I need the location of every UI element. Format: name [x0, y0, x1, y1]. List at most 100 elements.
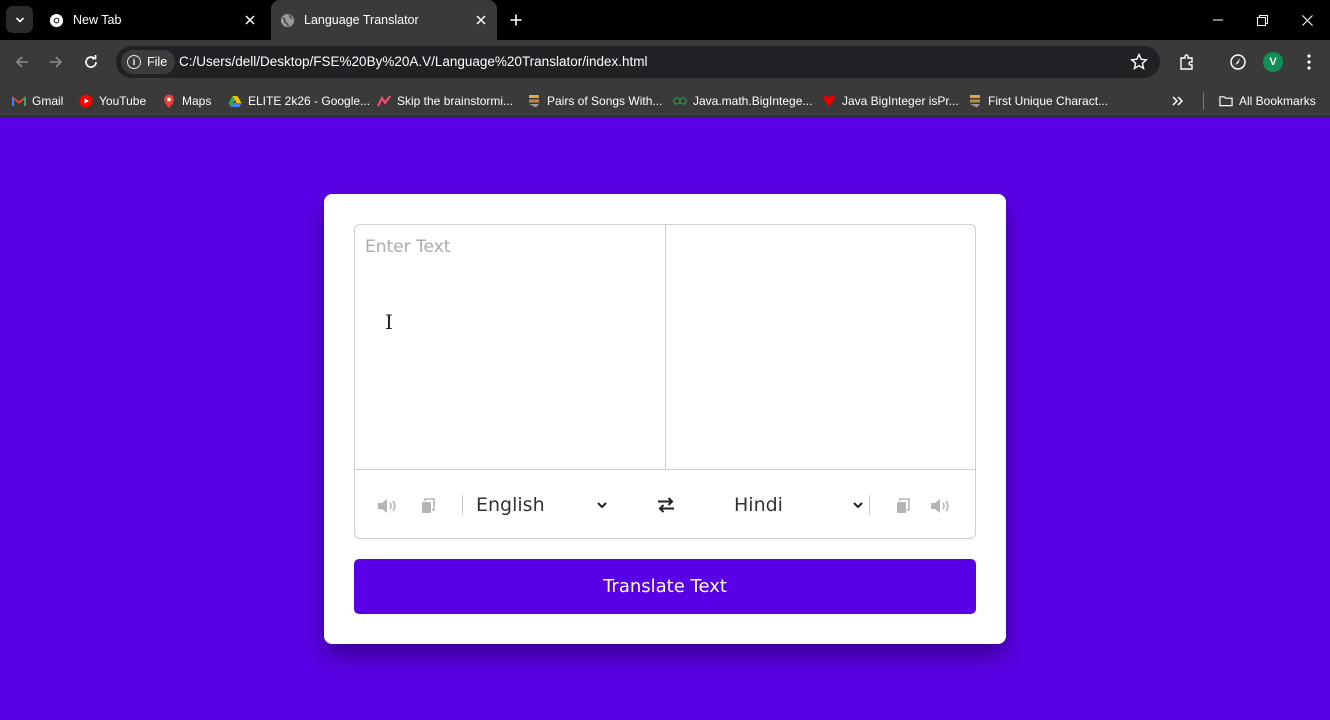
forward-button[interactable]	[43, 49, 69, 75]
speedometer-icon	[1230, 54, 1246, 70]
to-copy-button[interactable]	[892, 496, 914, 516]
translate-button[interactable]: Translate Text	[354, 559, 976, 614]
all-bookmarks-button[interactable]: All Bookmarks	[1219, 90, 1316, 112]
puzzle-icon	[1180, 54, 1193, 70]
bookmark-youtube[interactable]: YouTube	[79, 90, 146, 112]
restore-button[interactable]	[1240, 0, 1285, 40]
url-text[interactable]: C:/Users/dell/Desktop/FSE%20By%20A.V/Lan…	[179, 54, 648, 69]
to-language-value: Hindi	[734, 494, 783, 516]
close-icon	[1302, 14, 1313, 26]
tab-new-tab[interactable]: New Tab	[40, 0, 266, 40]
site-info-label: File	[147, 55, 168, 69]
bookmark-label: Skip the brainstormi...	[397, 94, 514, 108]
tab-title: New Tab	[73, 13, 122, 27]
browser-menu-button[interactable]	[1297, 50, 1321, 74]
language-controls: English Hindi	[355, 470, 975, 538]
browser-toolbar: i File C:/Users/dell/Desktop/FSE%20By%20…	[0, 40, 1330, 110]
to-text-output[interactable]	[666, 225, 975, 469]
kebab-menu-icon	[1307, 54, 1311, 70]
bookmark-skip-brainstorming[interactable]: Skip the brainstormi...	[377, 90, 513, 112]
folder-icon	[1219, 94, 1233, 108]
brand-icon	[377, 94, 391, 108]
gmail-icon	[12, 94, 26, 108]
all-bookmarks-label: All Bookmarks	[1239, 94, 1316, 108]
maps-icon	[162, 94, 176, 108]
bookmark-first-unique-character[interactable]: First Unique Charact...	[968, 90, 1108, 112]
profile-avatar[interactable]: V	[1263, 52, 1283, 72]
chevron-down-icon	[597, 502, 607, 509]
minimize-icon	[1212, 19, 1223, 21]
info-icon: i	[127, 55, 141, 69]
to-language-select[interactable]: Hindi	[734, 490, 868, 520]
bookmark-label: Pairs of Songs With...	[547, 94, 663, 108]
address-bar[interactable]: i File C:/Users/dell/Desktop/FSE%20By%20…	[116, 46, 1160, 78]
from-speak-button[interactable]	[377, 496, 399, 516]
close-window-button[interactable]	[1285, 0, 1330, 40]
controls-divider	[869, 495, 870, 515]
bookmark-label: Gmail	[32, 94, 64, 108]
from-language-value: English	[476, 494, 545, 516]
translator-wrapper: Enter Text I English Hindi	[354, 224, 976, 539]
back-button[interactable]	[9, 49, 35, 75]
google-drive-icon	[228, 94, 242, 108]
text-cursor-icon: I	[385, 310, 393, 334]
more-bookmarks-button[interactable]	[1172, 90, 1184, 112]
reload-button[interactable]	[78, 49, 104, 75]
bookmark-pairs-of-songs[interactable]: Pairs of Songs With...	[527, 90, 662, 112]
bookmark-label: First Unique Charact...	[988, 94, 1109, 108]
volume-icon	[931, 499, 949, 513]
gfg-icon	[673, 94, 687, 108]
extensions-button[interactable]	[1175, 50, 1199, 74]
bookmark-label: YouTube	[99, 94, 147, 108]
exchange-icon	[658, 497, 674, 513]
bookmark-label: Java BigInteger isPr...	[842, 94, 959, 108]
volume-icon	[378, 499, 396, 513]
plus-icon	[510, 14, 522, 26]
reload-icon	[85, 55, 97, 68]
bookmarks-bar: Gmail YouTube Maps ELITE 2k26 - Google..…	[0, 84, 1330, 117]
tab-title: Language Translator	[304, 13, 419, 27]
youtube-icon	[79, 94, 93, 108]
bookmark-java-math-biginteger[interactable]: Java.math.BigIntege...	[673, 90, 812, 112]
from-text-input[interactable]: Enter Text	[355, 225, 666, 469]
close-icon	[245, 15, 255, 25]
translator-card: Enter Text I English Hindi Translate Tex…	[324, 194, 1006, 644]
new-tab-button[interactable]	[505, 9, 527, 31]
chevron-down-icon	[853, 502, 863, 509]
text-input-area: Enter Text I	[355, 225, 975, 470]
restore-icon	[1257, 14, 1268, 26]
stackexchange-icon	[527, 94, 541, 108]
from-copy-button[interactable]	[417, 496, 439, 516]
stackexchange-icon	[968, 94, 982, 108]
arrow-right-icon	[50, 56, 63, 68]
bookmarks-divider	[1203, 92, 1204, 110]
tab-strip: New Tab Language Translator	[0, 0, 1330, 40]
from-language-select[interactable]: English	[476, 490, 610, 520]
globe-icon	[279, 12, 295, 28]
close-icon	[476, 15, 486, 25]
bookmark-label: ELITE 2k26 - Google...	[248, 94, 371, 108]
controls-divider	[462, 495, 463, 515]
close-tab-button[interactable]	[240, 10, 260, 30]
arrow-left-icon	[15, 56, 28, 68]
tab-search-button[interactable]	[6, 6, 33, 33]
performance-button[interactable]	[1226, 50, 1250, 74]
to-speak-button[interactable]	[930, 496, 952, 516]
bookmark-java-biginteger-isprobableprime[interactable]: Java BigInteger isPr...	[822, 90, 959, 112]
bookmark-gmail[interactable]: Gmail	[12, 90, 63, 112]
bookmark-star-icon[interactable]	[1130, 53, 1148, 71]
site-info-chip[interactable]: i File	[121, 50, 176, 74]
chevron-down-icon	[15, 16, 24, 23]
tab-language-translator[interactable]: Language Translator	[271, 0, 497, 40]
heart-icon	[822, 94, 836, 108]
copy-icon	[422, 498, 435, 513]
double-chevron-right-icon	[1172, 96, 1184, 106]
copy-icon	[897, 498, 910, 513]
bookmark-maps[interactable]: Maps	[162, 90, 211, 112]
minimize-button[interactable]	[1195, 0, 1240, 40]
close-tab-button[interactable]	[471, 10, 491, 30]
bookmark-label: Java.math.BigIntege...	[693, 94, 813, 108]
swap-languages-button[interactable]	[655, 495, 677, 515]
bookmark-elite-2k26[interactable]: ELITE 2k26 - Google...	[228, 90, 370, 112]
chrome-icon	[48, 12, 64, 28]
